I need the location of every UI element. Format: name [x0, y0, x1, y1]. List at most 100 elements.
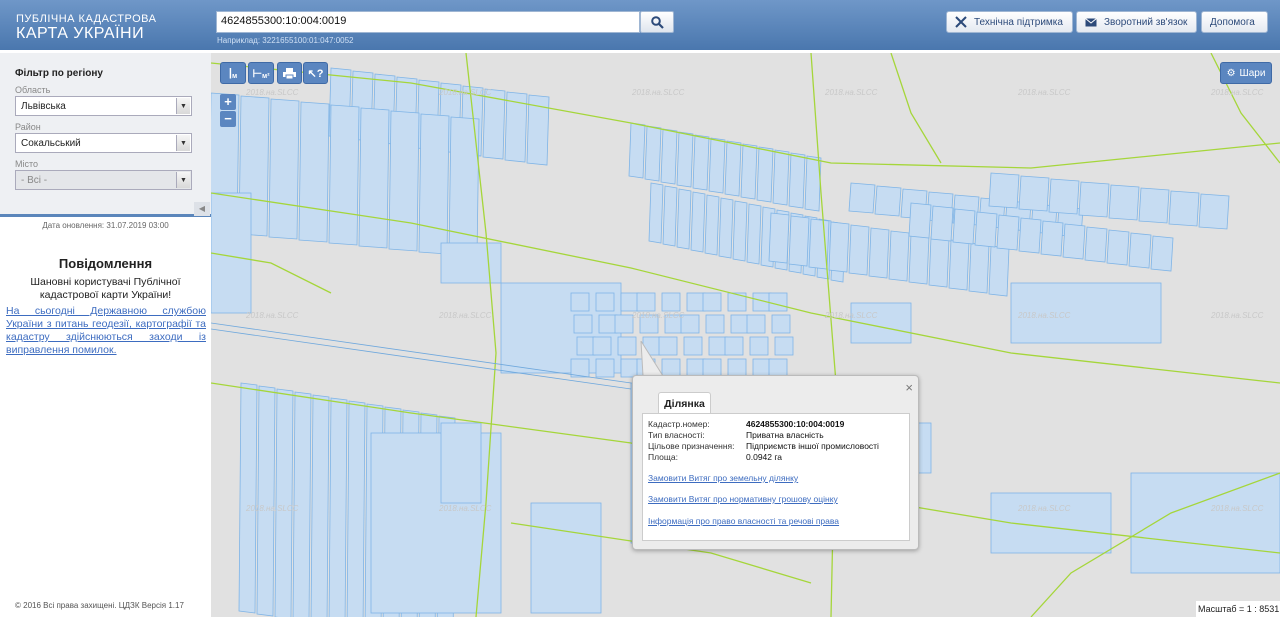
- map-canvas[interactable]: 2018.на.SLCC 2018.на.SLCC 2018.на.SLCC 2018…: [211, 53, 1280, 617]
- help-button[interactable]: Допомога: [1201, 11, 1268, 33]
- parcel: [690, 191, 706, 253]
- cadastral-row: Кадастр.номер: 4624855300:10:004:0019: [648, 419, 844, 429]
- parcel: [1108, 184, 1140, 221]
- tools-icon: [955, 16, 967, 28]
- print-button[interactable]: [277, 62, 302, 84]
- printer-icon: [283, 67, 296, 79]
- parcel: [1018, 175, 1050, 212]
- parcel: [724, 336, 744, 356]
- watermark-text: 2018.на.SLCC: [632, 88, 685, 97]
- parcel: [1198, 193, 1230, 230]
- support-label: Технічна підтримка: [974, 16, 1063, 28]
- parcel: [756, 146, 774, 203]
- layers-button[interactable]: ⚙ Шари: [1220, 62, 1272, 84]
- parcel: [868, 227, 890, 279]
- ownership-row: Тип власності: Приватна власність: [648, 430, 824, 440]
- parcel: [771, 314, 791, 334]
- district-value: Сокальський: [21, 138, 81, 149]
- site-logo[interactable]: ПУБЛІЧНА КАДАСТРОВА КАРТА УКРАЇНИ: [16, 13, 156, 43]
- measure-length-button[interactable]: | м: [220, 62, 246, 84]
- parcel: [952, 208, 976, 245]
- parcel: [310, 394, 330, 617]
- parcel-info-popup: × Ділянка Кадастр.номер: 4624855300:10:00…: [632, 375, 919, 550]
- ownership-label: Тип власності:: [648, 430, 705, 440]
- parcel: [848, 182, 876, 214]
- zoom-in-button[interactable]: +: [220, 94, 236, 110]
- watermark-text: 2018.на.SLCC: [439, 88, 492, 97]
- city-label: Місто: [15, 159, 39, 169]
- notice-link[interactable]: На сьогодні Державною службою України з …: [6, 305, 206, 357]
- parcel: [648, 182, 664, 244]
- parcel: [749, 336, 769, 356]
- watermark-text: 2018.на.SLCC: [246, 88, 299, 97]
- parcel: [1128, 232, 1152, 269]
- parcel: [628, 122, 646, 179]
- parcel: [968, 242, 990, 294]
- search-button[interactable]: [640, 11, 674, 33]
- parcel: [660, 128, 678, 185]
- parcel: [888, 230, 910, 282]
- parcel: [768, 292, 788, 312]
- watermark-text: 2018.на.SLCC: [825, 311, 878, 320]
- parcel: [1138, 187, 1170, 224]
- parcel: [1040, 220, 1064, 257]
- parcel: [418, 113, 450, 255]
- parcel: [598, 314, 618, 334]
- city-select[interactable]: - Всі - ▼: [15, 170, 192, 190]
- order-extract-link[interactable]: Замовити Витяг про земельну ділянку: [648, 473, 798, 483]
- parcel: [1168, 190, 1200, 227]
- area-label: Площа:: [648, 452, 678, 462]
- collapse-sidebar-button[interactable]: ◀: [194, 202, 210, 216]
- search-hint: Наприклад: 3221655100:01:047:0052: [217, 36, 354, 45]
- copyright: © 2016 Всі права захищені. ЦДЗК Версія 1…: [15, 601, 184, 610]
- cursor-info-icon: ↖?: [307, 67, 324, 80]
- district-select[interactable]: Сокальський ▼: [15, 133, 192, 153]
- parcel: [570, 358, 590, 378]
- ownership-info-link[interactable]: Інформація про право власності та речові…: [648, 516, 839, 526]
- region-select[interactable]: Львівська ▼: [15, 96, 192, 116]
- popup-body: Кадастр.номер: 4624855300:10:004:0019 Тип…: [642, 413, 910, 541]
- measure-length-unit: м: [231, 72, 238, 80]
- update-date: Дата оновлення: 31.07.2019 03:00: [42, 221, 169, 230]
- parcel: [676, 131, 694, 188]
- close-icon[interactable]: ×: [905, 380, 913, 395]
- parcel: [705, 314, 725, 334]
- parcel: [328, 397, 348, 617]
- area-value: 0.0942 га: [746, 452, 783, 462]
- parcel: [1084, 226, 1108, 263]
- parcel: [1018, 217, 1042, 254]
- parcel: [988, 245, 1010, 297]
- map-scale: Масштаб = 1 : 8531: [1196, 601, 1280, 617]
- layers-label: Шари: [1239, 67, 1266, 79]
- identify-button[interactable]: ↖?: [303, 62, 328, 84]
- parcel: [620, 292, 640, 312]
- cadastral-label: Кадастр.номер:: [648, 419, 710, 429]
- parcel: [686, 292, 706, 312]
- parcel: [740, 143, 758, 200]
- watermark-text: 2018.на.SLCC: [246, 504, 299, 513]
- parcel: [996, 214, 1020, 251]
- cadastral-value: 4624855300:10:004:0019: [746, 419, 845, 429]
- parcel: [676, 188, 692, 250]
- zoom-out-button[interactable]: −: [220, 111, 236, 127]
- tab-parcel[interactable]: Ділянка: [658, 392, 711, 414]
- parcel: [576, 336, 596, 356]
- parcel: [928, 236, 950, 288]
- watermark-text: 2018.на.SLCC: [1211, 504, 1264, 513]
- sidebar: Фільтр по регіону Область Львівська ▼ Ра…: [0, 53, 211, 617]
- notice-text: Шановні користувачі Публічної кадастрово…: [30, 276, 181, 301]
- support-button[interactable]: Технічна підтримка: [946, 11, 1073, 33]
- parcel: [828, 221, 850, 273]
- parcel: [746, 203, 762, 265]
- purpose-row: Цільове призначення: Підприємств іншої пр…: [648, 441, 879, 451]
- watermark-text: 2018.на.SLCC: [825, 88, 878, 97]
- cadastral-search-input[interactable]: 4624855300:10:004:0019: [216, 11, 640, 33]
- measure-area-button[interactable]: ⊢ м²: [248, 62, 274, 84]
- order-valuation-link[interactable]: Замовити Витяг про нормативну грошову оц…: [648, 494, 838, 504]
- feedback-button[interactable]: Зворотний зв'язок: [1076, 11, 1197, 33]
- feedback-label: Зворотний зв'язок: [1104, 16, 1188, 28]
- area-row: Площа: 0.0942 га: [648, 452, 782, 462]
- parcel: [636, 292, 656, 312]
- notice-title: Повідомлення: [58, 256, 153, 271]
- parcel: [724, 140, 742, 197]
